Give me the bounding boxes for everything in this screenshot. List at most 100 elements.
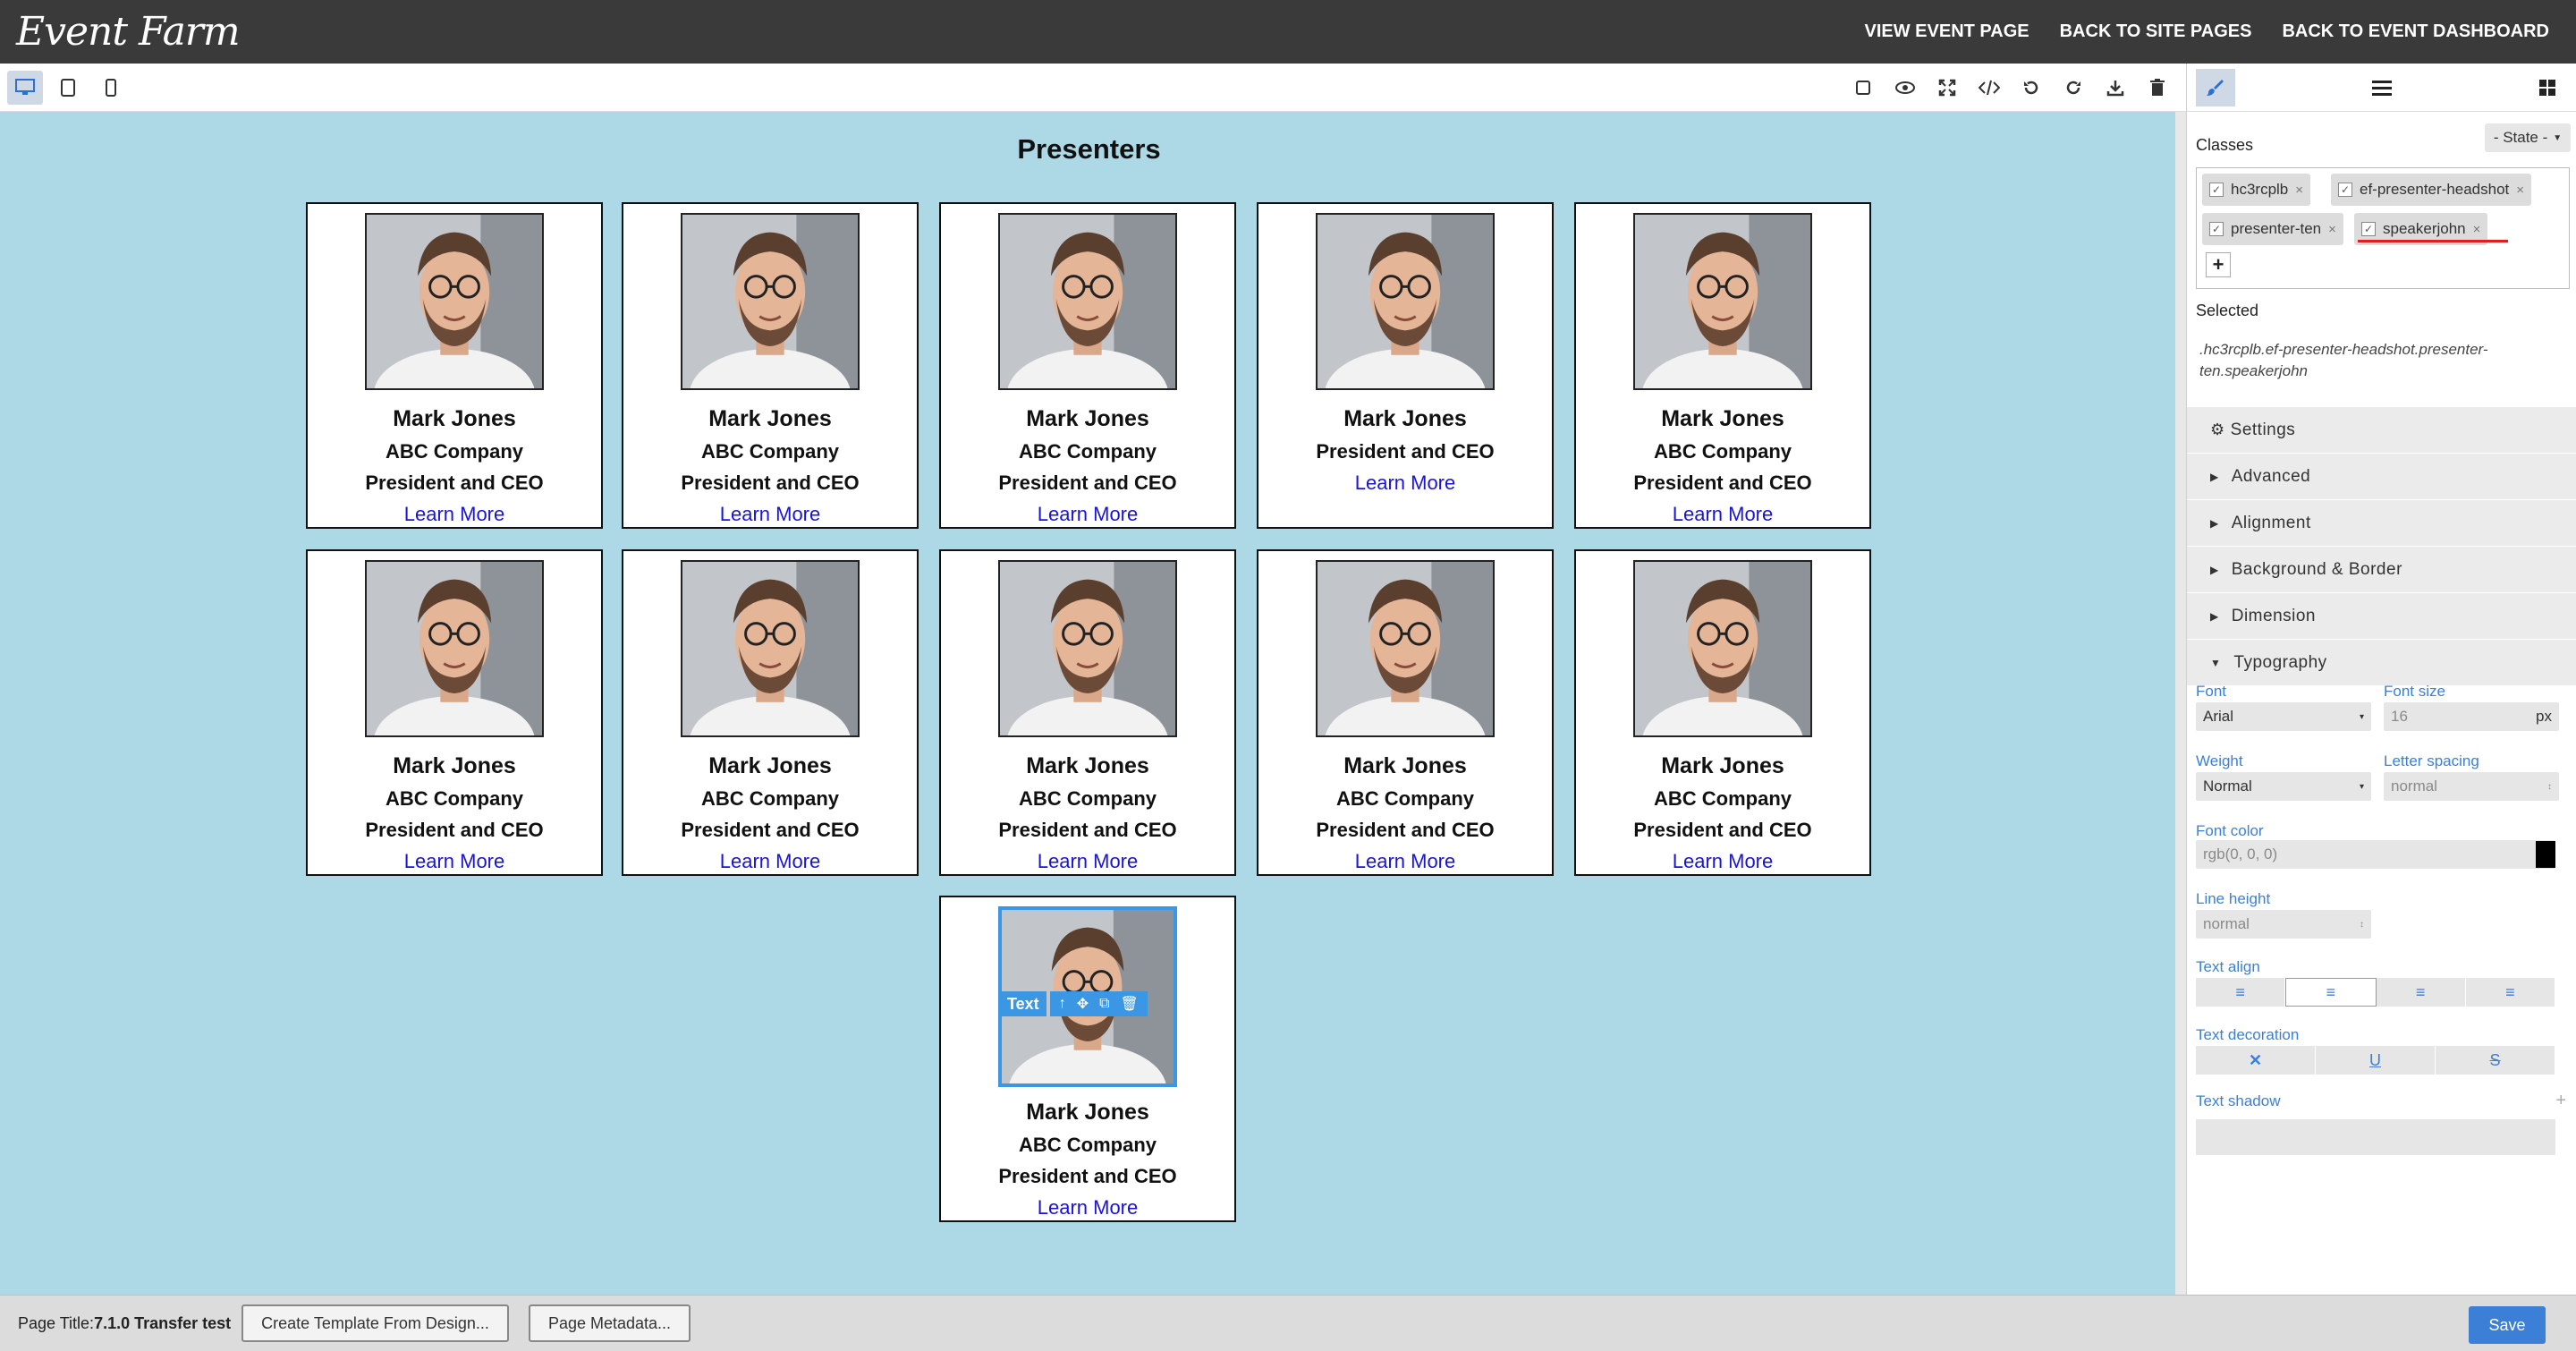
presenter-card[interactable]: Mark Jones ABC Company President and CEO… (1574, 549, 1871, 876)
no-decoration-icon[interactable]: ✕ (2196, 1046, 2316, 1075)
presenter-title[interactable]: President and CEO (1258, 819, 1552, 842)
trash-icon[interactable] (2140, 71, 2175, 105)
presenter-headshot[interactable] (998, 560, 1177, 737)
add-class-button[interactable]: + (2206, 252, 2231, 277)
presenter-card[interactable]: Mark Jones ABC Company President and CEO… (939, 896, 1236, 1222)
state-select[interactable]: - State - ▼ (2485, 123, 2571, 152)
presenter-company[interactable]: ABC Company (308, 787, 601, 811)
presenter-name[interactable]: Mark Jones (308, 753, 601, 779)
presenter-card[interactable]: Mark Jones ABC Company President and CEO… (622, 202, 919, 529)
learn-more-link[interactable]: Learn More (941, 503, 1234, 526)
back-to-event-dashboard-link[interactable]: BACK TO EVENT DASHBOARD (2282, 21, 2549, 42)
presenter-headshot[interactable] (681, 560, 860, 737)
presenter-name[interactable]: Mark Jones (941, 1100, 1234, 1126)
presenter-name[interactable]: Mark Jones (941, 753, 1234, 779)
view-event-page-link[interactable]: VIEW EVENT PAGE (1865, 21, 2029, 42)
font-size-input[interactable]: 16 px (2384, 702, 2559, 731)
presenter-company[interactable]: ABC Company (623, 787, 917, 811)
presenter-title[interactable]: President and CEO (941, 472, 1234, 495)
learn-more-link[interactable]: Learn More (623, 503, 917, 526)
presenter-headshot[interactable] (365, 560, 544, 737)
canvas-scrollbar[interactable] (2175, 112, 2186, 1295)
presenter-name[interactable]: Mark Jones (623, 406, 917, 432)
presenter-company[interactable]: ABC Company (941, 787, 1234, 811)
code-icon[interactable] (1971, 71, 2007, 105)
event-farm-logo[interactable]: Event Farm (16, 9, 241, 55)
desktop-icon[interactable] (7, 70, 43, 105)
remove-icon[interactable]: × (2516, 183, 2524, 198)
settings-section[interactable]: ⚙ Settings (2187, 407, 2576, 454)
presenter-company[interactable]: ABC Company (308, 440, 601, 463)
stepper-icon[interactable]: ↕ (2360, 920, 2364, 930)
presenter-headshot[interactable] (681, 213, 860, 390)
strikethrough-icon[interactable]: S (2436, 1046, 2555, 1075)
align-justify-icon[interactable]: ≡ (2465, 978, 2555, 1007)
presenter-company[interactable]: ABC Company (941, 1134, 1234, 1157)
presenter-title[interactable]: President and CEO (941, 819, 1234, 842)
presenter-headshot[interactable] (1633, 213, 1812, 390)
presenter-company[interactable]: ABC Company (1576, 440, 1869, 463)
presenter-name[interactable]: Mark Jones (1576, 406, 1869, 432)
checkbox-icon[interactable]: ✓ (2361, 222, 2376, 236)
presenter-company[interactable]: ABC Company (623, 440, 917, 463)
back-to-site-pages-link[interactable]: BACK TO SITE PAGES (2060, 21, 2252, 42)
background-border-section[interactable]: ▶ Background & Border (2187, 547, 2576, 593)
presenter-card[interactable]: Mark Jones ABC Company President and CEO… (939, 202, 1236, 529)
presenter-headshot[interactable] (1316, 213, 1495, 390)
remove-icon[interactable]: × (2328, 222, 2336, 237)
font-size-unit[interactable]: px (2536, 708, 2552, 726)
dimension-section[interactable]: ▶ Dimension (2187, 593, 2576, 640)
square-outline-icon[interactable] (1845, 71, 1881, 105)
presenter-title[interactable]: President and CEO (623, 819, 917, 842)
presenter-headshot[interactable] (1316, 560, 1495, 737)
presenter-name[interactable]: Mark Jones (308, 406, 601, 432)
tablet-icon[interactable] (50, 71, 86, 105)
font-select[interactable]: Arial ▾ (2196, 702, 2371, 731)
alignment-section[interactable]: ▶ Alignment (2187, 500, 2576, 547)
class-tag[interactable]: ✓ hc3rcplb × (2202, 174, 2311, 206)
redo-icon[interactable] (2055, 71, 2091, 105)
align-right-icon[interactable]: ≡ (2376, 978, 2466, 1007)
typography-section[interactable]: ▼ Typography (2187, 640, 2576, 686)
presenter-name[interactable]: Mark Jones (1576, 753, 1869, 779)
learn-more-link[interactable]: Learn More (941, 1196, 1234, 1219)
menu-icon[interactable] (2362, 69, 2402, 106)
presenter-headshot[interactable] (365, 213, 544, 390)
create-template-button[interactable]: Create Template From Design... (242, 1304, 509, 1342)
mobile-icon[interactable] (93, 71, 129, 105)
presenter-name[interactable]: Mark Jones (623, 753, 917, 779)
fullscreen-icon[interactable] (1929, 71, 1965, 105)
remove-icon[interactable]: × (2295, 183, 2303, 198)
paintbrush-icon[interactable] (2196, 68, 2235, 106)
learn-more-link[interactable]: Learn More (623, 850, 917, 873)
presenter-title[interactable]: President and CEO (941, 1165, 1234, 1188)
presenter-card[interactable]: Mark Jones ABC Company President and CEO… (306, 202, 603, 529)
learn-more-link[interactable]: Learn More (1258, 472, 1552, 495)
learn-more-link[interactable]: Learn More (308, 503, 601, 526)
section-title[interactable]: Presenters (0, 133, 2178, 166)
add-icon[interactable]: + (2555, 1091, 2566, 1111)
checkbox-icon[interactable]: ✓ (2209, 222, 2224, 236)
presenter-card[interactable]: Mark Jones ABC Company President and CEO… (1257, 549, 1554, 876)
presenter-card[interactable]: Mark Jones President and CEO Learn More (1257, 202, 1554, 529)
align-left-icon[interactable]: ≡ (2196, 978, 2286, 1007)
eye-icon[interactable] (1887, 71, 1923, 105)
color-swatch[interactable] (2536, 841, 2555, 868)
presenter-company[interactable]: ABC Company (941, 440, 1234, 463)
learn-more-link[interactable]: Learn More (308, 850, 601, 873)
presenter-title[interactable]: President and CEO (308, 819, 601, 842)
line-height-input[interactable]: normal ↕ (2196, 910, 2371, 939)
learn-more-link[interactable]: Learn More (1258, 850, 1552, 873)
align-center-icon[interactable]: ≡ (2285, 978, 2377, 1007)
learn-more-link[interactable]: Learn More (1576, 850, 1869, 873)
blocks-icon[interactable] (2528, 69, 2567, 106)
presenter-card[interactable]: Mark Jones ABC Company President and CEO… (939, 549, 1236, 876)
presenter-title[interactable]: President and CEO (623, 472, 917, 495)
underline-icon[interactable]: U (2316, 1046, 2436, 1075)
presenter-title[interactable]: President and CEO (1576, 472, 1869, 495)
download-icon[interactable] (2097, 71, 2133, 105)
presenter-name[interactable]: Mark Jones (1258, 753, 1552, 779)
presenter-headshot[interactable] (998, 213, 1177, 390)
learn-more-link[interactable]: Learn More (941, 850, 1234, 873)
design-canvas[interactable]: Presenters Mark Jones ABC Company Presid… (0, 112, 2186, 1295)
